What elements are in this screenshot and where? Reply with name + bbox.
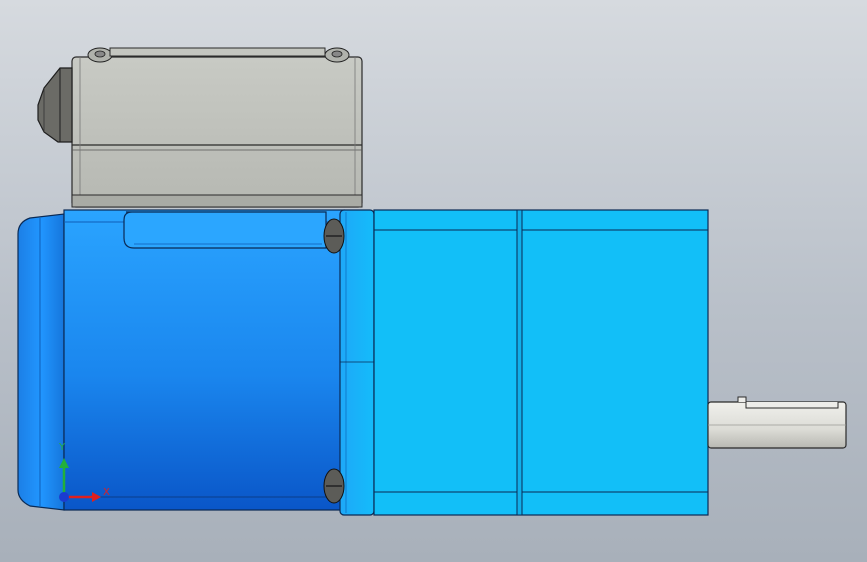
output-shaft[interactable] [707, 396, 847, 449]
gearbox[interactable] [373, 209, 709, 516]
y-axis-label: Y [59, 442, 66, 453]
flange-screw-bottom [323, 468, 345, 504]
terminal-box[interactable] [37, 47, 363, 208]
flange-screw-top [323, 218, 345, 254]
coordinate-triad [59, 458, 101, 502]
x-axis-label: X [103, 487, 110, 498]
cad-viewport[interactable]: Y X [0, 0, 867, 562]
